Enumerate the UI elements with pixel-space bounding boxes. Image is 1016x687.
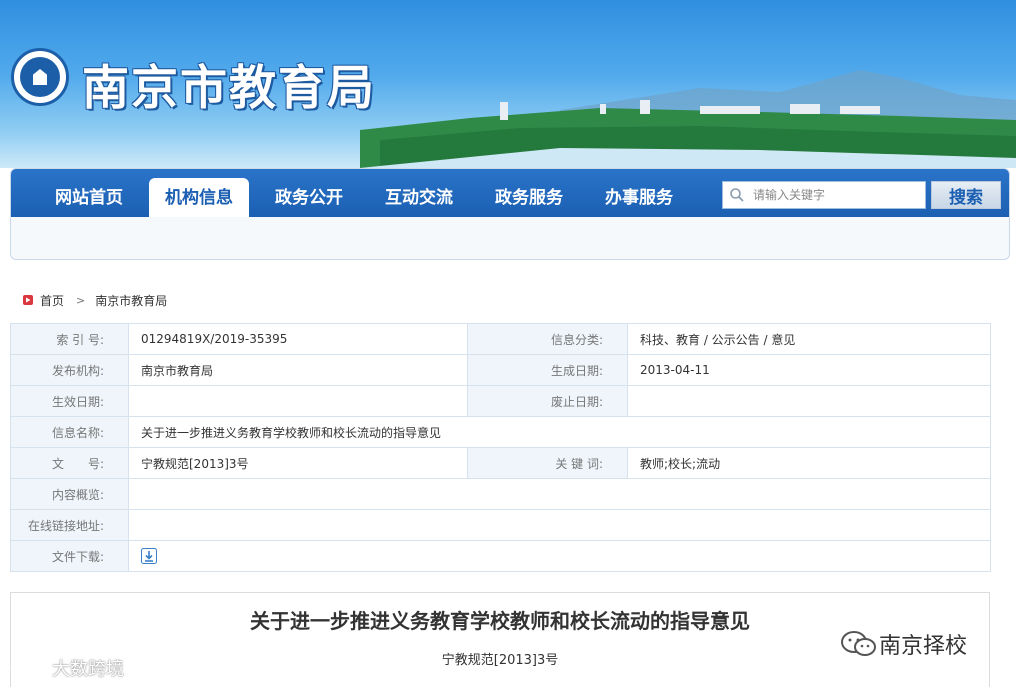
- table-row: 文件下载:: [10, 540, 991, 572]
- nav-bar: 网站首页 机构信息 政务公开 互动交流 政务服务 办事服务 搜索: [11, 169, 1009, 217]
- watermark-left: 大数跨境: [8, 655, 124, 681]
- search-icon: [730, 188, 744, 202]
- main-nav: 网站首页 机构信息 政务公开 互动交流 政务服务 办事服务 搜索: [10, 168, 1010, 260]
- nav-item-org-info[interactable]: 机构信息: [149, 178, 249, 217]
- brand-logo-icon: [10, 659, 45, 677]
- doc-number-label: 文 号:: [10, 447, 129, 479]
- search-button[interactable]: 搜索: [931, 181, 1001, 209]
- summary-value: [128, 478, 991, 510]
- download-label: 文件下载:: [10, 540, 129, 572]
- created-date-value: 2013-04-11: [627, 354, 991, 386]
- header-banner: 南京市教育局: [0, 0, 1016, 168]
- breadcrumb-home-link[interactable]: 首页: [40, 292, 64, 309]
- building-icon: [33, 69, 47, 85]
- nav-item-affairs-service[interactable]: 办事服务: [589, 178, 689, 217]
- nav-item-gov-service[interactable]: 政务服务: [479, 178, 579, 217]
- nav-item-gov-public[interactable]: 政务公开: [259, 178, 359, 217]
- effective-date-label: 生效日期:: [10, 385, 129, 417]
- info-table: 索 引 号: 01294819X/2019-35395 信息分类: 科技、教育 …: [10, 323, 991, 572]
- created-date-label: 生成日期:: [467, 354, 628, 386]
- info-name-label: 信息名称:: [10, 416, 129, 448]
- download-icon[interactable]: [141, 548, 157, 564]
- expiry-date-value: [627, 385, 991, 417]
- keywords-value: 教师;校长;流动: [627, 447, 991, 479]
- breadcrumb-current[interactable]: 南京市教育局: [95, 292, 167, 309]
- online-link-label: 在线链接地址:: [10, 509, 129, 541]
- doc-number-value: 宁教规范[2013]3号: [128, 447, 468, 479]
- online-link-value[interactable]: [128, 509, 991, 541]
- site-title: 南京市教育局: [82, 61, 376, 116]
- search-box: [722, 181, 926, 209]
- keywords-label: 关 键 词:: [467, 447, 628, 479]
- download-cell: [128, 540, 991, 572]
- search-input[interactable]: [753, 185, 921, 205]
- nav-item-interaction[interactable]: 互动交流: [369, 178, 469, 217]
- watermark-right-text: 南京择校: [879, 634, 968, 659]
- wechat-icon: [841, 631, 876, 656]
- chevron-right-icon: >: [76, 293, 86, 307]
- category-value: 科技、教育 / 公示公告 / 意见: [627, 323, 991, 355]
- info-name-value: 关于进一步推进义务教育学校教师和校长流动的指导意见: [128, 416, 991, 448]
- home-icon: [23, 295, 33, 305]
- index-no-value: 01294819X/2019-35395: [128, 323, 468, 355]
- nav-item-home[interactable]: 网站首页: [39, 178, 139, 217]
- logo-seal-icon: [20, 57, 60, 97]
- watermark-right: 南京择校: [839, 628, 967, 660]
- watermark-left-text: 大数跨境: [52, 659, 124, 680]
- category-label: 信息分类:: [467, 323, 628, 355]
- publisher-label: 发布机构:: [10, 354, 129, 386]
- effective-date-value: [128, 385, 468, 417]
- table-row: 生效日期: 废止日期:: [10, 385, 991, 417]
- expiry-date-label: 废止日期:: [467, 385, 628, 417]
- publisher-value: 南京市教育局: [128, 354, 468, 386]
- table-row: 索 引 号: 01294819X/2019-35395 信息分类: 科技、教育 …: [10, 323, 991, 355]
- table-row: 在线链接地址:: [10, 509, 991, 541]
- table-row: 信息名称: 关于进一步推进义务教育学校教师和校长流动的指导意见: [10, 416, 991, 448]
- table-row: 文 号: 宁教规范[2013]3号 关 键 词: 教师;校长;流动: [10, 447, 991, 479]
- table-row: 内容概览:: [10, 478, 991, 510]
- table-row: 发布机构: 南京市教育局 生成日期: 2013-04-11: [10, 354, 991, 386]
- index-no-label: 索 引 号:: [10, 323, 129, 355]
- breadcrumb: 首页 > 南京市教育局: [22, 292, 167, 308]
- logo[interactable]: [11, 48, 69, 106]
- summary-label: 内容概览:: [10, 478, 129, 510]
